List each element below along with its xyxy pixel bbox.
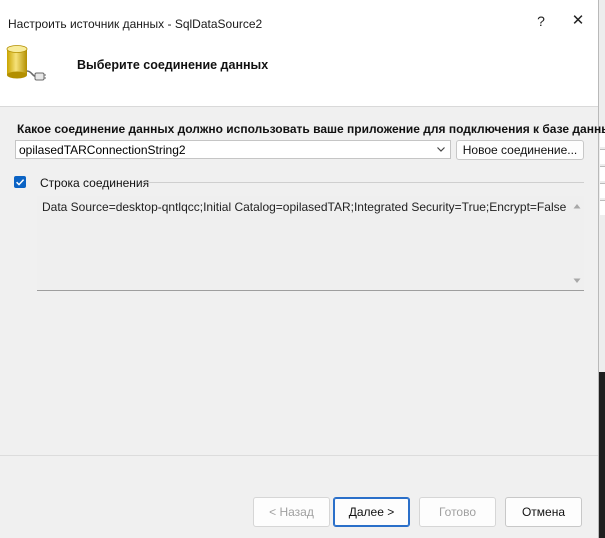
connection-string-textbox[interactable]: Data Source=desktop-qntlqcc;Initial Cata… xyxy=(37,196,584,291)
close-button[interactable]: ✕ xyxy=(568,11,588,31)
connection-question-label: Какое соединение данных должно использов… xyxy=(17,122,605,136)
footer-divider xyxy=(0,455,598,456)
next-button[interactable]: Далее > xyxy=(333,497,410,527)
background-ide-cell xyxy=(600,183,605,198)
finish-button[interactable]: Готово xyxy=(419,497,496,527)
connection-select[interactable]: opilasedTARConnectionString2 xyxy=(15,140,451,159)
window-title: Настроить источник данных - SqlDataSourc… xyxy=(8,17,263,31)
background-ide-cell xyxy=(600,166,605,181)
configure-data-source-dialog: Настроить источник данных - SqlDataSourc… xyxy=(0,0,605,538)
background-ide-cell xyxy=(600,149,605,164)
new-connection-button[interactable]: Новое соединение... xyxy=(456,140,584,160)
scroll-down-arrow-icon[interactable] xyxy=(572,277,582,285)
title-bar: Настроить источник данных - SqlDataSourc… xyxy=(0,0,598,38)
cancel-button[interactable]: Отмена xyxy=(505,497,582,527)
help-button[interactable]: ? xyxy=(531,11,551,31)
connection-string-value: Data Source=desktop-qntlqcc;Initial Cata… xyxy=(42,200,567,214)
database-connection-icon xyxy=(6,45,46,81)
page-title: Выберите соединение данных xyxy=(77,58,269,72)
background-ide-dark-panel xyxy=(599,372,605,538)
group-divider xyxy=(142,182,584,183)
back-button[interactable]: < Назад xyxy=(253,497,330,527)
connection-string-label: Строка соединения xyxy=(40,176,150,190)
screen: Настроить источник данных - SqlDataSourc… xyxy=(0,0,605,538)
chevron-down-icon[interactable] xyxy=(435,142,447,157)
checkmark-icon xyxy=(16,179,25,186)
scroll-up-arrow-icon[interactable] xyxy=(572,202,582,210)
background-ide-cell xyxy=(600,200,605,215)
wizard-header: Выберите соединение данных xyxy=(0,38,598,107)
connection-select-value: opilasedTARConnectionString2 xyxy=(19,143,186,157)
connection-string-checkbox[interactable] xyxy=(14,176,26,188)
